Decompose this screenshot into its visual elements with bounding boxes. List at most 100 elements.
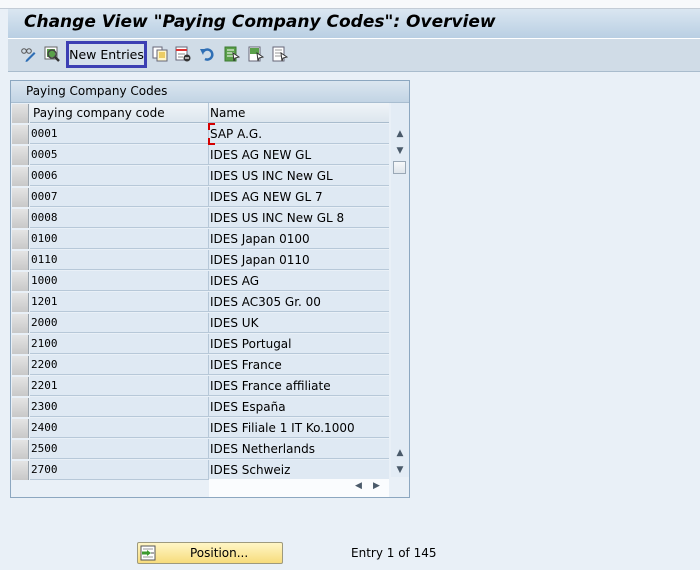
table-row: 1201 IDES AC305 Gr. 00 bbox=[11, 292, 401, 313]
row-selector-button[interactable] bbox=[12, 335, 29, 354]
row-selector-button[interactable] bbox=[12, 461, 29, 480]
scroll-up-top-icon[interactable]: ▲ bbox=[395, 129, 405, 139]
page-title: Change View "Paying Company Codes": Over… bbox=[24, 12, 496, 32]
table-row: 2100 IDES Portugal bbox=[11, 334, 401, 355]
row-selector-button[interactable] bbox=[12, 440, 29, 459]
paying-company-code-cell[interactable]: 2300 bbox=[30, 397, 209, 417]
panel-title-bar: Paying Company Codes bbox=[11, 81, 409, 103]
name-field[interactable]: IDES España bbox=[209, 397, 389, 417]
table-row: 0008 IDES US INC New GL 8 bbox=[11, 208, 401, 229]
row-selector-button[interactable] bbox=[12, 125, 29, 144]
title-bar: Change View "Paying Company Codes": Over… bbox=[8, 9, 700, 39]
name-field[interactable]: IDES Portugal bbox=[209, 334, 389, 354]
panel-title: Paying Company Codes bbox=[26, 84, 168, 98]
row-selector-button[interactable] bbox=[12, 356, 29, 375]
paying-company-code-cell[interactable]: 1201 bbox=[30, 292, 209, 312]
table-row: 0100 IDES Japan 0100 bbox=[11, 229, 401, 250]
name-field[interactable]: SAP A.G. bbox=[208, 123, 400, 145]
paying-company-code-cell[interactable]: 2700 bbox=[30, 460, 209, 480]
table-row: 2700 IDES Schweiz bbox=[11, 460, 401, 481]
table-row: 2500 IDES Netherlands bbox=[11, 439, 401, 460]
position-button-label: Position... bbox=[190, 546, 249, 560]
scroll-thumb[interactable] bbox=[393, 161, 406, 174]
paying-company-code-cell[interactable]: 0110 bbox=[30, 250, 209, 270]
paying-company-code-cell[interactable]: 0001 bbox=[30, 124, 209, 144]
name-field[interactable]: IDES US INC New GL bbox=[209, 166, 389, 186]
paying-company-code-cell[interactable]: 2201 bbox=[30, 376, 209, 396]
paying-company-code-cell[interactable]: 2100 bbox=[30, 334, 209, 354]
table-control-panel: Paying Company Codes Paying company code… bbox=[10, 80, 410, 498]
scroll-down-icon[interactable]: ▼ bbox=[395, 465, 405, 475]
row-selector-button[interactable] bbox=[12, 293, 29, 312]
paying-company-code-cell[interactable]: 2200 bbox=[30, 355, 209, 375]
name-field[interactable]: IDES France bbox=[209, 355, 389, 375]
application-toolbar: New Entries bbox=[8, 39, 700, 72]
row-selector-button[interactable] bbox=[12, 167, 29, 186]
focus-indicator bbox=[208, 138, 215, 145]
name-field[interactable]: IDES Japan 0110 bbox=[209, 250, 389, 270]
name-field[interactable]: IDES Netherlands bbox=[209, 439, 389, 459]
row-selector-button[interactable] bbox=[12, 419, 29, 438]
row-selector-button[interactable] bbox=[12, 272, 29, 291]
column-header-name[interactable]: Name bbox=[209, 103, 389, 123]
row-selector-button[interactable] bbox=[12, 209, 29, 228]
page-down-icon[interactable]: ▼ bbox=[395, 146, 405, 156]
row-selector-button[interactable] bbox=[12, 146, 29, 165]
vertical-scrollbar[interactable]: ▲ ▼ ▲ ▼ bbox=[391, 103, 409, 477]
table-row: 2000 IDES UK bbox=[11, 313, 401, 334]
select-all-rows-button[interactable] bbox=[12, 104, 29, 123]
name-field[interactable]: IDES AG bbox=[209, 271, 389, 291]
row-selector-button[interactable] bbox=[12, 314, 29, 333]
paying-company-code-cell[interactable]: 0008 bbox=[30, 208, 209, 228]
paying-company-code-cell[interactable]: 2500 bbox=[30, 439, 209, 459]
table-row: 1000 IDES AG bbox=[11, 271, 401, 292]
row-selector-button[interactable] bbox=[12, 251, 29, 270]
top-strip bbox=[0, 0, 700, 9]
row-selector-button[interactable] bbox=[12, 188, 29, 207]
scroll-left-icon[interactable]: ◀ bbox=[355, 481, 362, 491]
row-selector-button[interactable] bbox=[12, 230, 29, 249]
name-field[interactable]: IDES AC305 Gr. 00 bbox=[209, 292, 389, 312]
paying-company-code-cell[interactable]: 1000 bbox=[30, 271, 209, 291]
table-row: 2400 IDES Filiale 1 IT Ko.1000 bbox=[11, 418, 401, 439]
position-button[interactable]: Position... bbox=[137, 542, 283, 564]
column-header-paying-company-code[interactable]: Paying company code bbox=[30, 103, 209, 123]
table-row: 0005 IDES AG NEW GL bbox=[11, 145, 401, 166]
name-field[interactable]: IDES France affiliate bbox=[209, 376, 389, 396]
delete-icon[interactable] bbox=[175, 46, 191, 62]
paying-company-code-cell[interactable]: 0007 bbox=[30, 187, 209, 207]
select-all-icon[interactable] bbox=[224, 46, 241, 62]
table-row: 2200 IDES France bbox=[11, 355, 401, 376]
horizontal-scrollbar[interactable]: ◀ ▶ bbox=[209, 479, 389, 497]
row-selector-button[interactable] bbox=[12, 398, 29, 417]
name-field[interactable]: IDES AG NEW GL bbox=[209, 145, 389, 165]
deselect-all-icon[interactable] bbox=[272, 46, 289, 62]
paying-company-code-cell[interactable]: 0006 bbox=[30, 166, 209, 186]
undo-change-icon[interactable] bbox=[199, 46, 215, 62]
table-row: 0007 IDES AG NEW GL 7 bbox=[11, 187, 401, 208]
focus-indicator bbox=[208, 123, 215, 130]
details-icon[interactable] bbox=[44, 46, 60, 62]
position-icon bbox=[140, 545, 156, 561]
paying-company-code-cell[interactable]: 2000 bbox=[30, 313, 209, 333]
paying-company-code-cell[interactable]: 0100 bbox=[30, 229, 209, 249]
select-block-icon[interactable] bbox=[248, 46, 265, 62]
row-selector-button[interactable] bbox=[12, 377, 29, 396]
name-field[interactable]: IDES Schweiz bbox=[209, 460, 389, 480]
copy-as-icon[interactable] bbox=[152, 46, 168, 62]
display-change-icon[interactable] bbox=[20, 46, 36, 62]
name-field[interactable]: IDES Filiale 1 IT Ko.1000 bbox=[209, 418, 389, 438]
scroll-up-icon[interactable]: ▲ bbox=[395, 448, 405, 458]
scroll-right-icon[interactable]: ▶ bbox=[373, 481, 380, 491]
name-field[interactable]: IDES AG NEW GL 7 bbox=[209, 187, 389, 207]
table-row: 0001 SAP A.G. bbox=[11, 123, 401, 145]
new-entries-button[interactable]: New Entries bbox=[66, 41, 147, 68]
table-row: 2201 IDES France affiliate bbox=[11, 376, 401, 397]
name-field[interactable]: IDES US INC New GL 8 bbox=[209, 208, 389, 228]
name-field[interactable]: IDES Japan 0100 bbox=[209, 229, 389, 249]
paying-company-code-cell[interactable]: 2400 bbox=[30, 418, 209, 438]
name-field[interactable]: IDES UK bbox=[209, 313, 389, 333]
table-row: 0006 IDES US INC New GL bbox=[11, 166, 401, 187]
paying-company-code-cell[interactable]: 0005 bbox=[30, 145, 209, 165]
entry-status: Entry 1 of 145 bbox=[351, 546, 437, 560]
